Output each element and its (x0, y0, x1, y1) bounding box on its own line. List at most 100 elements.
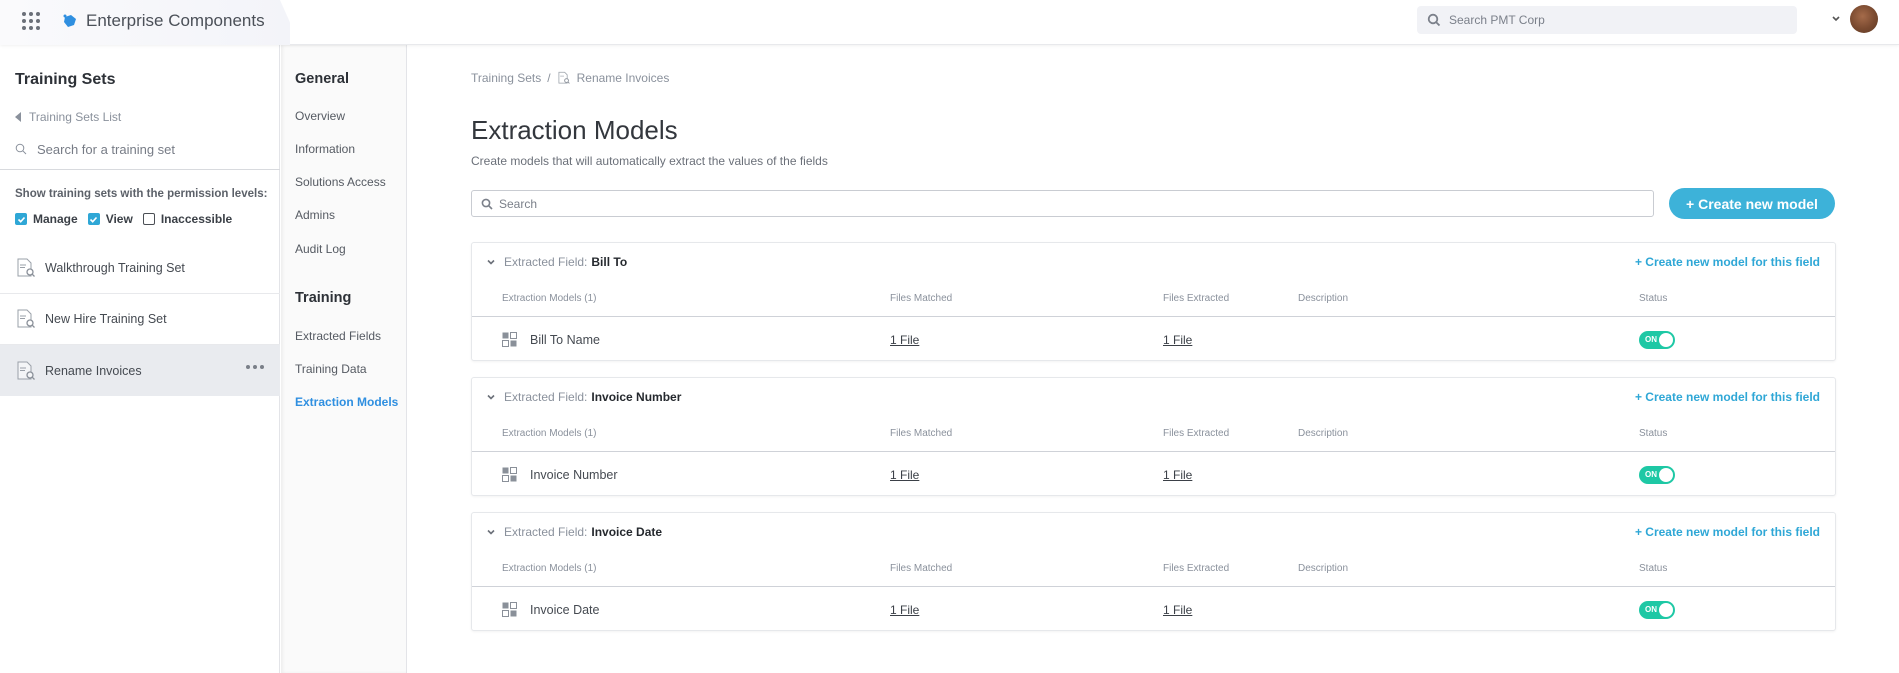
column-header-status: Status (1639, 428, 1668, 439)
field-prefix: Extracted Field: (504, 255, 588, 269)
permission-filters: Manage View Inaccessible (15, 212, 242, 226)
training-set-search-input[interactable] (37, 141, 257, 157)
nav-extraction-models[interactable]: Extraction Models (295, 395, 398, 409)
model-name-link[interactable]: Bill To Name (530, 333, 600, 347)
divider (0, 169, 280, 170)
model-icon (502, 602, 517, 617)
field-name: Bill To (591, 255, 628, 269)
search-icon (481, 198, 493, 210)
field-header-toggle[interactable]: Extracted Field: Invoice Date (486, 525, 662, 539)
training-set-item[interactable]: New Hire Training Set (0, 294, 280, 345)
column-header-description: Description (1298, 293, 1349, 304)
column-header-models: Extraction Models (1) (502, 563, 597, 574)
nav-audit-log[interactable]: Audit Log (295, 242, 346, 256)
field-name: Invoice Date (591, 525, 663, 539)
divider (472, 451, 1835, 452)
create-model-for-field-link[interactable]: + Create new model for this field (1635, 525, 1820, 539)
permission-label-inaccessible: Inaccessible (160, 212, 233, 226)
nav-overview[interactable]: Overview (295, 109, 345, 123)
global-search-input[interactable] (1449, 13, 1779, 27)
extracted-field-card: Extracted Field: Invoice Number + Create… (471, 377, 1836, 496)
document-search-icon (17, 258, 35, 277)
breadcrumb-current: Rename Invoices (576, 71, 670, 85)
permission-view-checkbox[interactable]: View (87, 212, 133, 226)
nav-extracted-fields[interactable]: Extracted Fields (295, 329, 381, 343)
create-model-for-field-link[interactable]: + Create new model for this field (1635, 255, 1820, 269)
toggle-label: ON (1645, 470, 1657, 479)
search-icon (15, 143, 27, 155)
files-matched-link[interactable]: 1 File (890, 468, 919, 482)
toggle-label: ON (1645, 335, 1657, 344)
files-extracted-link[interactable]: 1 File (1163, 333, 1192, 347)
permission-inaccessible-checkbox[interactable]: Inaccessible (142, 212, 233, 226)
global-search[interactable] (1417, 6, 1797, 34)
extracted-field-card: Extracted Field: Bill To + Create new mo… (471, 242, 1836, 361)
column-header-files-extracted: Files Extracted (1163, 563, 1230, 574)
top-bar: Enterprise Components (0, 0, 1899, 45)
training-set-label: Rename Invoices (45, 363, 142, 378)
logo-icon (63, 14, 76, 27)
extracted-field-card: Extracted Field: Invoice Date + Create n… (471, 512, 1836, 631)
search-icon (1427, 13, 1441, 27)
permission-label-view: View (105, 212, 133, 226)
training-sets-sidebar: Training Sets Training Sets List Show tr… (0, 45, 280, 673)
toggle-label: ON (1645, 605, 1657, 614)
breadcrumb-root[interactable]: Training Sets (471, 71, 541, 85)
divider (472, 316, 1835, 317)
breadcrumb: Training Sets / Rename Invoices (471, 71, 669, 85)
brand-name: Enterprise Components (86, 11, 265, 30)
general-section-title: General (295, 71, 349, 87)
checkbox-checked-icon[interactable] (15, 213, 27, 225)
checkbox-checked-icon[interactable] (87, 213, 100, 225)
nav-solutions-access[interactable]: Solutions Access (295, 175, 386, 189)
document-search-icon (17, 361, 35, 380)
model-name-link[interactable]: Invoice Date (530, 603, 599, 617)
files-matched-link[interactable]: 1 File (890, 333, 919, 347)
column-header-files-matched: Files Matched (890, 293, 953, 304)
files-matched-link[interactable]: 1 File (890, 603, 919, 617)
user-avatar[interactable] (1850, 5, 1878, 33)
column-header-files-matched: Files Matched (890, 428, 953, 439)
files-extracted-link[interactable]: 1 File (1163, 468, 1192, 482)
nav-training-data[interactable]: Training Data (295, 362, 367, 376)
chevron-down-icon[interactable] (1830, 14, 1842, 24)
training-set-search[interactable] (15, 139, 270, 159)
more-options-icon[interactable] (246, 365, 264, 369)
back-triangle-icon (15, 112, 21, 122)
models-search[interactable] (471, 190, 1654, 217)
toggle-knob (1659, 603, 1673, 617)
create-model-for-field-link[interactable]: + Create new model for this field (1635, 390, 1820, 404)
training-set-item-active[interactable]: Rename Invoices (0, 345, 280, 396)
sidebar-title: Training Sets (15, 71, 116, 88)
checkbox-unchecked-icon[interactable] (142, 213, 155, 225)
model-name-link[interactable]: Invoice Number (530, 468, 618, 482)
training-set-subnav: General Overview Information Solutions A… (281, 45, 407, 673)
status-toggle[interactable]: ON (1639, 466, 1675, 484)
training-set-item[interactable]: Walkthrough Training Set (0, 243, 280, 294)
status-toggle[interactable]: ON (1639, 331, 1675, 349)
training-section-title: Training (295, 290, 352, 306)
nav-information[interactable]: Information (295, 142, 355, 156)
permission-manage-checkbox[interactable]: Manage (15, 212, 78, 226)
column-header-files-extracted: Files Extracted (1163, 428, 1230, 439)
column-header-status: Status (1639, 563, 1668, 574)
page-title: Extraction Models (471, 115, 678, 145)
page-subtitle: Create models that will automatically ex… (471, 154, 828, 168)
status-toggle[interactable]: ON (1639, 601, 1675, 619)
toggle-knob (1659, 468, 1673, 482)
field-header-toggle[interactable]: Extracted Field: Bill To (486, 255, 627, 269)
permission-label-manage: Manage (33, 212, 78, 226)
column-header-description: Description (1298, 428, 1349, 439)
field-prefix: Extracted Field: (504, 390, 588, 404)
field-header-toggle[interactable]: Extracted Field: Invoice Number (486, 390, 681, 404)
models-search-input[interactable] (499, 196, 1599, 211)
column-header-description: Description (1298, 563, 1349, 574)
files-extracted-link[interactable]: 1 File (1163, 603, 1192, 617)
training-sets-list-link[interactable]: Training Sets List (15, 110, 121, 124)
chevron-down-icon (487, 529, 495, 535)
apps-grid-icon[interactable] (22, 12, 40, 30)
nav-admins[interactable]: Admins (295, 208, 335, 222)
training-set-list: Walkthrough Training Set New Hire Traini… (0, 243, 280, 396)
field-name: Invoice Number (591, 390, 682, 404)
create-new-model-button[interactable]: + Create new model (1669, 188, 1835, 219)
